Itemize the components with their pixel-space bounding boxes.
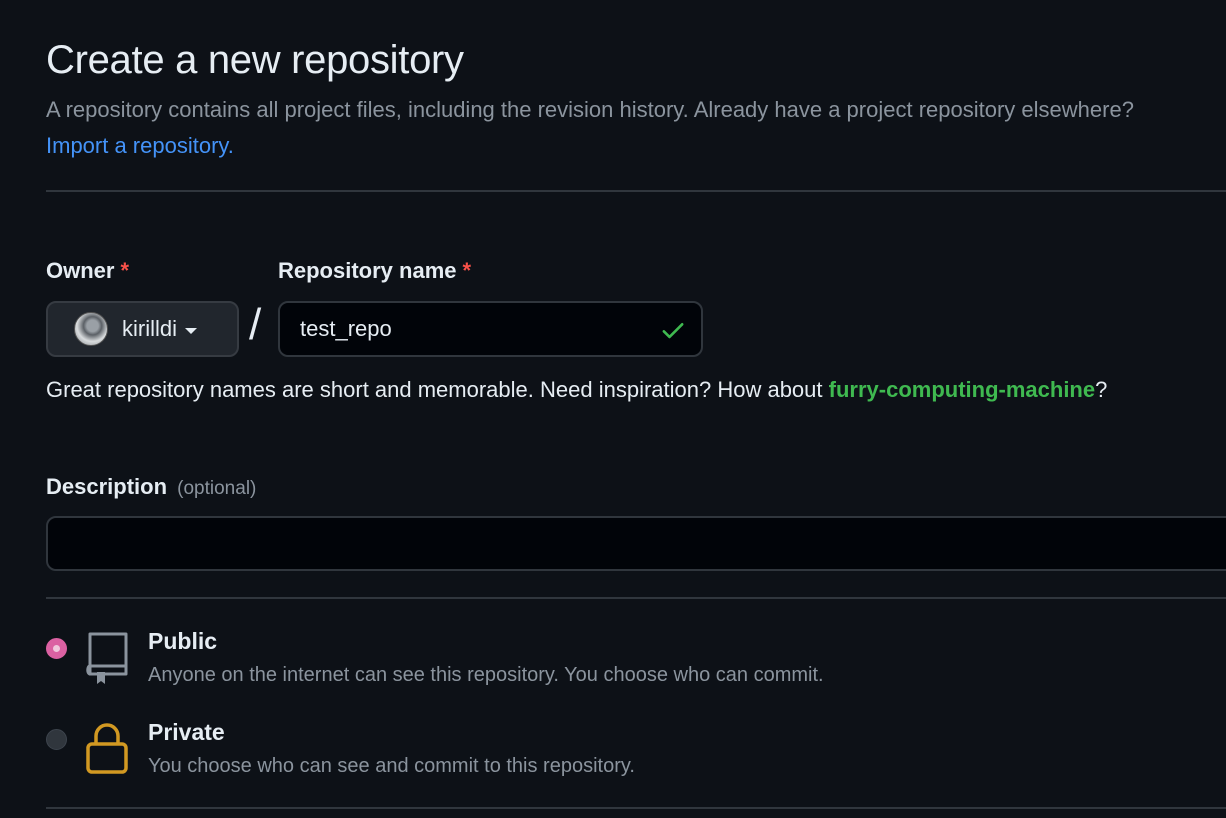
description-input[interactable] [46, 516, 1226, 571]
create-repository-page: Create a new repository A repository con… [0, 0, 1226, 818]
public-radio[interactable] [46, 638, 67, 659]
owner-name-separator: / [249, 300, 262, 349]
owner-label: Owner * [46, 258, 129, 284]
repo-name-label-text: Repository name [278, 258, 457, 283]
public-option-description: Anyone on the internet can see this repo… [148, 664, 824, 686]
public-option-title[interactable]: Public [148, 628, 217, 655]
import-repository-link[interactable]: Import a repository. [46, 133, 234, 158]
owner-required-mark: * [120, 258, 130, 283]
page-subtitle: A repository contains all project files,… [46, 92, 1196, 164]
lock-icon [86, 723, 128, 774]
hint-end: ? [1095, 377, 1108, 402]
description-label: Description (optional) [46, 474, 256, 500]
private-option-title[interactable]: Private [148, 719, 225, 746]
page-title: Create a new repository [46, 38, 464, 82]
check-icon [662, 323, 684, 339]
repository-name-value: test_repo [300, 316, 392, 341]
subtitle-text: A repository contains all project files,… [46, 97, 1134, 122]
header-divider [46, 190, 1226, 192]
owner-label-text: Owner [46, 258, 115, 283]
private-option-description: You choose who can see and commit to thi… [148, 755, 635, 777]
private-radio[interactable] [46, 729, 67, 750]
owner-select-button[interactable]: kirilldi [46, 301, 239, 357]
repo-icon [86, 632, 128, 684]
caret-down-icon [185, 328, 197, 334]
avatar [74, 312, 108, 346]
repo-name-label: Repository name * [278, 258, 471, 284]
visibility-divider-top [46, 597, 1226, 599]
repository-name-hint: Great repository names are short and mem… [46, 372, 1166, 408]
visibility-divider-bottom [46, 807, 1226, 809]
repo-name-required-mark: * [462, 258, 472, 283]
name-suggestion[interactable]: furry-computing-machine [829, 377, 1095, 402]
hint-text: Great repository names are short and mem… [46, 377, 823, 402]
description-optional-text: (optional) [177, 478, 257, 499]
description-label-text: Description [46, 474, 168, 499]
owner-name: kirilldi [122, 316, 177, 341]
repository-name-input[interactable]: test_repo [278, 301, 703, 357]
